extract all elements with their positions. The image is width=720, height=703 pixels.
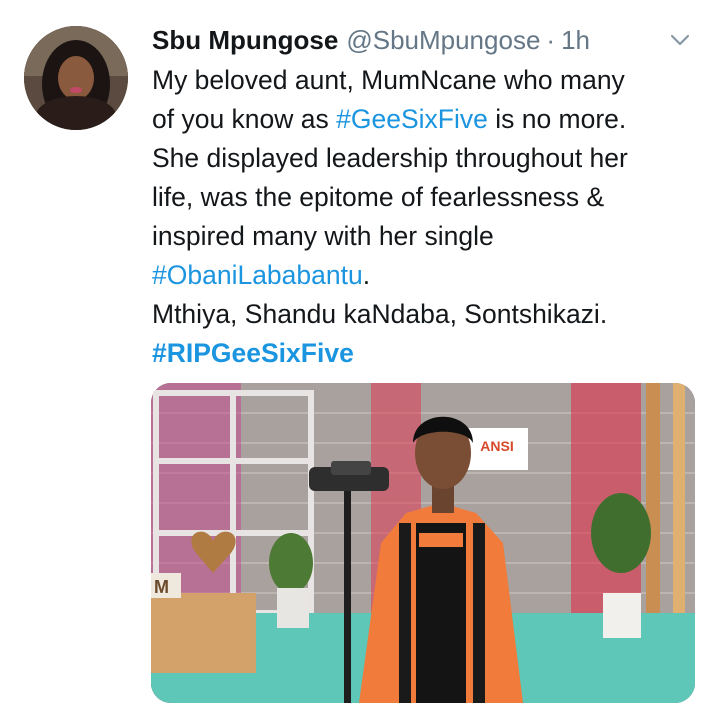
tweet-line: My beloved aunt, MumNcane who many xyxy=(152,65,625,95)
tweet-line: life, was the epitome of fearlessness & xyxy=(152,182,605,212)
tweet-line: of you know as #GeeSixFive is no more. xyxy=(152,100,707,139)
tweet-line: inspired many with her single xyxy=(152,221,494,251)
tweet-text: My beloved aunt, MumNcane who many of yo… xyxy=(152,61,707,373)
profile-photo xyxy=(24,26,128,130)
tweet-media[interactable]: ANSI M xyxy=(151,383,695,703)
hashtag-link[interactable]: #GeeSixFive xyxy=(336,104,488,134)
tweet-line: She displayed leadership throughout her xyxy=(152,143,628,173)
sign-text: ANSI xyxy=(480,438,513,454)
timestamp[interactable]: 1h xyxy=(561,25,590,56)
tweet-text-segment: of you know as xyxy=(152,104,337,134)
shelf-letter: M xyxy=(154,577,169,597)
tweet-line: Mthiya, Shandu kaNdaba, Sontshikazi. xyxy=(152,299,608,329)
author-name[interactable]: Sbu Mpungose xyxy=(152,25,338,56)
tweet-text-segment: . xyxy=(362,260,371,290)
hashtag-link[interactable]: #RIPGeeSixFive xyxy=(152,338,354,368)
separator-dot: · xyxy=(546,24,556,55)
chevron-down-icon[interactable] xyxy=(666,26,694,54)
tweet-line: #ObaniLababantu. xyxy=(152,256,707,295)
media-photo: ANSI M xyxy=(151,383,695,703)
author-handle[interactable]: @SbuMpungose xyxy=(346,25,540,56)
tweet-line: #RIPGeeSixFive xyxy=(152,334,707,373)
tweet-text-segment: is no more. xyxy=(487,104,627,134)
hashtag-link[interactable]: #ObaniLababantu xyxy=(152,260,363,290)
avatar[interactable] xyxy=(24,26,128,130)
tweet-header: Sbu Mpungose @SbuMpungose · 1h xyxy=(152,22,700,58)
